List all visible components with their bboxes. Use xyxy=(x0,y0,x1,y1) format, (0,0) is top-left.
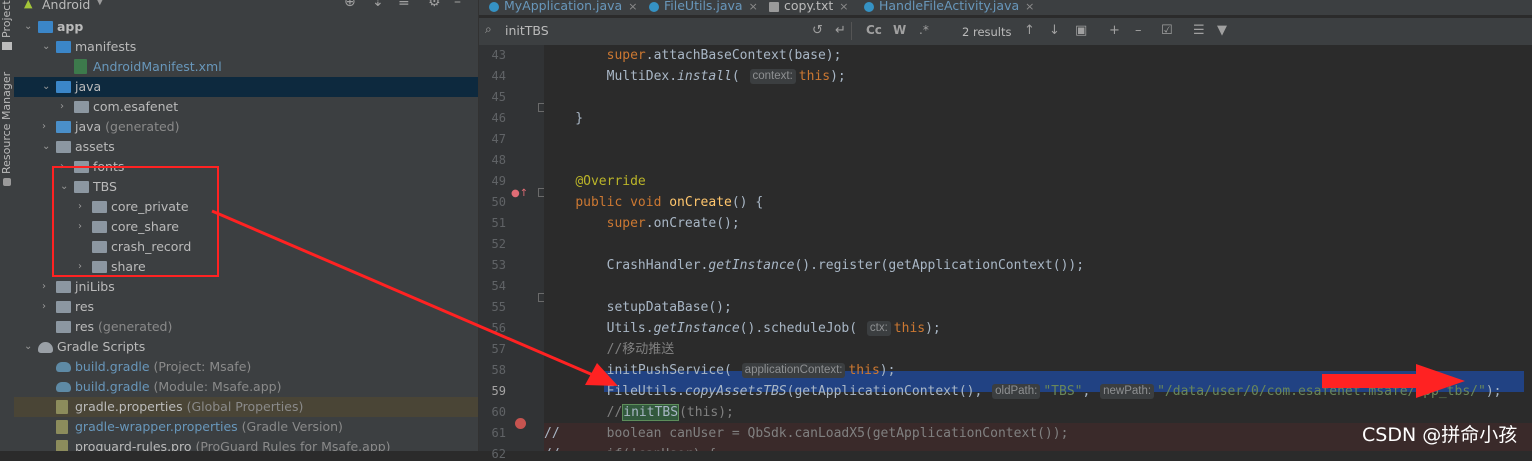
annotation-arrows xyxy=(211,209,1465,398)
annotation-arrow-right-head xyxy=(1416,364,1465,398)
annotation-arrow-left xyxy=(211,209,601,380)
watermark: CSDN @拼命小孩 xyxy=(1362,424,1518,446)
